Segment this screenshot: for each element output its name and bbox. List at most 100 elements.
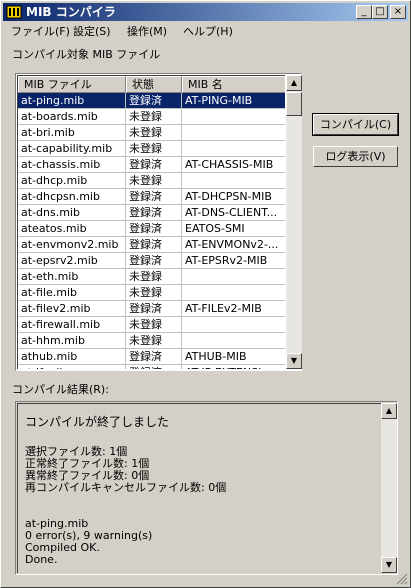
result-scroll-down-button[interactable]: ▼: [381, 557, 397, 573]
cell-status: 登録済: [126, 205, 182, 220]
result-scroll-up-button[interactable]: ▲: [381, 403, 397, 419]
result-line: コンパイルが終了しました: [25, 415, 170, 429]
table-row[interactable]: at-envmonv2.mib 登録済 AT-ENVMONv2-...: [18, 237, 285, 253]
cell-file: at-epsrv2.mib: [18, 253, 126, 268]
cell-mib-name: AT-PING-MIB: [182, 93, 285, 108]
cell-mib-name: [182, 285, 285, 300]
cell-status: 未登録: [126, 141, 182, 156]
table-row[interactable]: at-chassis.mib 登録済 AT-CHASSIS-MIB: [18, 157, 285, 173]
cell-mib-name: AT-EPSRv2-MIB: [182, 253, 285, 268]
table-row[interactable]: at-ping.mib 登録済 AT-PING-MIB: [18, 93, 285, 109]
column-header-mib-name[interactable]: MIB 名: [182, 76, 285, 93]
cell-file: at-file.mib: [18, 285, 126, 300]
cell-mib-name: AT-DHCPSN-MIB: [182, 189, 285, 204]
window-title: MIB コンパイラ: [26, 5, 116, 19]
menu-settings[interactable]: 設定(S): [73, 24, 111, 40]
menu-help[interactable]: ヘルプ(H): [183, 24, 233, 40]
cell-file: at-bri.mib: [18, 125, 126, 140]
cell-mib-name: [182, 173, 285, 188]
cell-file: at-hhm.mib: [18, 333, 126, 348]
table-row[interactable]: at-dns.mib 登録済 AT-DNS-CLIENT...: [18, 205, 285, 221]
main-window: MIB コンパイラ _ □ × ファイル(F) 設定(S) 操作(M) ヘルプ(…: [0, 0, 411, 588]
list-section-label: コンパイル対象 MIB ファイル: [12, 48, 161, 61]
cell-status: 登録済: [126, 221, 182, 236]
mib-file-list-body: MIB ファイル 状態 MIB 名 at-ping.mib 登録済 AT-PING-…: [17, 75, 285, 369]
cell-status: 登録済: [126, 349, 182, 364]
cell-mib-name: [182, 333, 285, 348]
cell-status: 未登録: [126, 317, 182, 332]
arrow-down-icon: ▼: [290, 356, 298, 365]
cell-file: at-dhcpsn.mib: [18, 189, 126, 204]
mib-file-list[interactable]: MIB ファイル 状態 MIB 名 at-ping.mib 登録済 AT-PING-…: [15, 73, 302, 371]
column-header-status[interactable]: 状態: [126, 76, 182, 93]
table-row[interactable]: at-epsrv2.mib 登録済 AT-EPSRv2-MIB: [18, 253, 285, 269]
cell-status: 登録済: [126, 365, 182, 369]
cell-file: at-if.mib: [18, 365, 126, 369]
maximize-icon: □: [375, 6, 385, 17]
list-vertical-scrollbar[interactable]: ▲ ▼: [286, 75, 302, 369]
close-icon: ×: [393, 6, 403, 17]
cell-mib-name: AT-IF-EXTENSI...: [182, 365, 285, 369]
scroll-up-button[interactable]: ▲: [286, 75, 302, 91]
column-header-file[interactable]: MIB ファイル: [18, 76, 126, 93]
show-log-button[interactable]: ログ表示(V): [313, 146, 398, 167]
cell-file: at-envmonv2.mib: [18, 237, 126, 252]
cell-status: 未登録: [126, 269, 182, 284]
table-row[interactable]: at-if.mib登録済AT-IF-EXTENSI...: [18, 365, 285, 369]
table-row[interactable]: athub.mib 登録済 ATHUB-MIB: [18, 349, 285, 365]
scroll-down-button[interactable]: ▼: [286, 353, 302, 369]
minimize-icon: _: [361, 6, 367, 17]
table-row[interactable]: at-hhm.mib 未登録: [18, 333, 285, 349]
cell-status: 登録済: [126, 93, 182, 108]
compile-result-box[interactable]: コンパイルが終了しました 選択ファイル数: 1個 正常終了ファイル数: 1個 異常終了…: [15, 401, 398, 575]
table-row[interactable]: at-capability.mib 未登録: [18, 141, 285, 157]
compile-button[interactable]: コンパイル(C): [312, 113, 399, 136]
result-label: コンパイル結果(R):: [12, 383, 109, 396]
cell-mib-name: [182, 269, 285, 284]
cell-file: at-chassis.mib: [18, 157, 126, 172]
menu-operation[interactable]: 操作(M): [127, 24, 167, 40]
table-row[interactable]: ateatos.mib 登録済 EATOS-SMI: [18, 221, 285, 237]
cell-file: at-ping.mib: [18, 93, 126, 108]
cell-mib-name: ATHUB-MIB: [182, 349, 285, 364]
cell-mib-name: AT-ENVMONv2-...: [182, 237, 285, 252]
cell-mib-name: [182, 317, 285, 332]
maximize-button[interactable]: □: [372, 5, 388, 19]
folder-books-icon: [6, 5, 22, 19]
cell-mib-name: [182, 141, 285, 156]
cell-mib-name: EATOS-SMI: [182, 221, 285, 236]
table-row[interactable]: at-dhcp.mib 未登録: [18, 173, 285, 189]
scroll-thumb[interactable]: [286, 92, 302, 116]
table-row[interactable]: at-file.mib 未登録: [18, 285, 285, 301]
cell-mib-name: [182, 125, 285, 140]
table-row[interactable]: at-bri.mib 未登録: [18, 125, 285, 141]
cell-status: 未登録: [126, 125, 182, 140]
table-row[interactable]: at-firewall.mib 未登録: [18, 317, 285, 333]
result-vertical-scrollbar[interactable]: ▲ ▼: [381, 403, 397, 573]
cell-status: 登録済: [126, 237, 182, 252]
cell-status: 登録済: [126, 301, 182, 316]
menu-file[interactable]: ファイル(F): [11, 24, 70, 40]
result-line: 再コンパイルキャンセルファイル数: 0個: [25, 481, 227, 494]
arrow-down-icon: ▼: [385, 560, 393, 569]
compile-result-text: コンパイルが終了しました 選択ファイル数: 1個 正常終了ファイル数: 1個 異常終了…: [17, 403, 381, 573]
minimize-button[interactable]: _: [356, 5, 372, 19]
cell-mib-name: AT-DNS-CLIENT...: [182, 205, 285, 220]
cell-status: 未登録: [126, 173, 182, 188]
cell-file: at-capability.mib: [18, 141, 126, 156]
cell-file: at-dhcp.mib: [18, 173, 126, 188]
cell-status: 未登録: [126, 109, 182, 124]
resize-grip-icon[interactable]: [396, 573, 408, 585]
cell-file: at-firewall.mib: [18, 317, 126, 332]
table-row[interactable]: at-filev2.mib 登録済 AT-FILEv2-MIB: [18, 301, 285, 317]
title-bar[interactable]: MIB コンパイラ _ □ ×: [3, 3, 408, 21]
cell-mib-name: AT-CHASSIS-MIB: [182, 157, 285, 172]
table-row[interactable]: at-boards.mib 未登録: [18, 109, 285, 125]
arrow-up-icon: ▲: [385, 406, 393, 415]
cell-status: 登録済: [126, 157, 182, 172]
cell-file: athub.mib: [18, 349, 126, 364]
close-button[interactable]: ×: [390, 5, 406, 19]
table-row[interactable]: at-dhcpsn.mib 登録済 AT-DHCPSN-MIB: [18, 189, 285, 205]
cell-file: at-filev2.mib: [18, 301, 126, 316]
table-row[interactable]: at-eth.mib 未登録: [18, 269, 285, 285]
